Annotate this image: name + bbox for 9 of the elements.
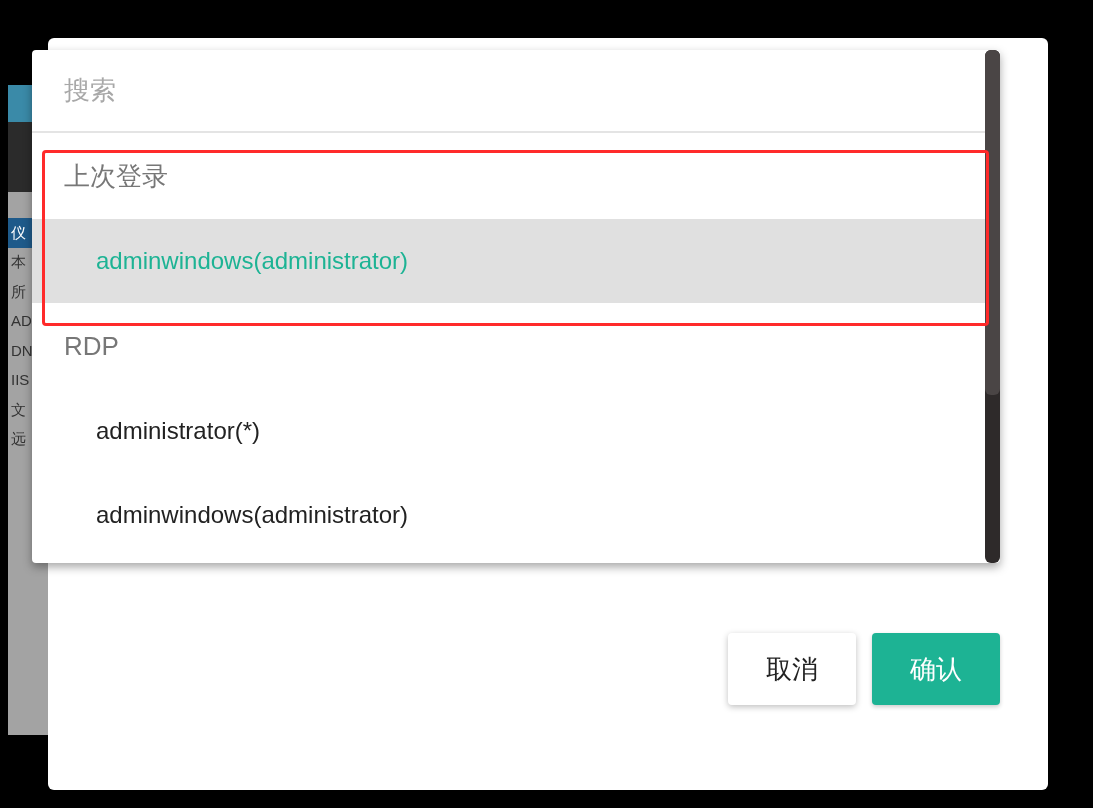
- account-option[interactable]: administrator(*): [32, 389, 985, 473]
- account-option[interactable]: adminwindows(administrator): [32, 473, 985, 557]
- search-field[interactable]: 搜索: [64, 71, 953, 110]
- group-header: 上次登录: [64, 159, 168, 193]
- scrollbar[interactable]: [985, 50, 1000, 563]
- scrollbar-thumb[interactable]: [985, 50, 1000, 395]
- group-header: RDP: [64, 329, 119, 363]
- cancel-button[interactable]: 取消: [728, 633, 856, 705]
- confirm-button[interactable]: 确认: [872, 633, 1000, 705]
